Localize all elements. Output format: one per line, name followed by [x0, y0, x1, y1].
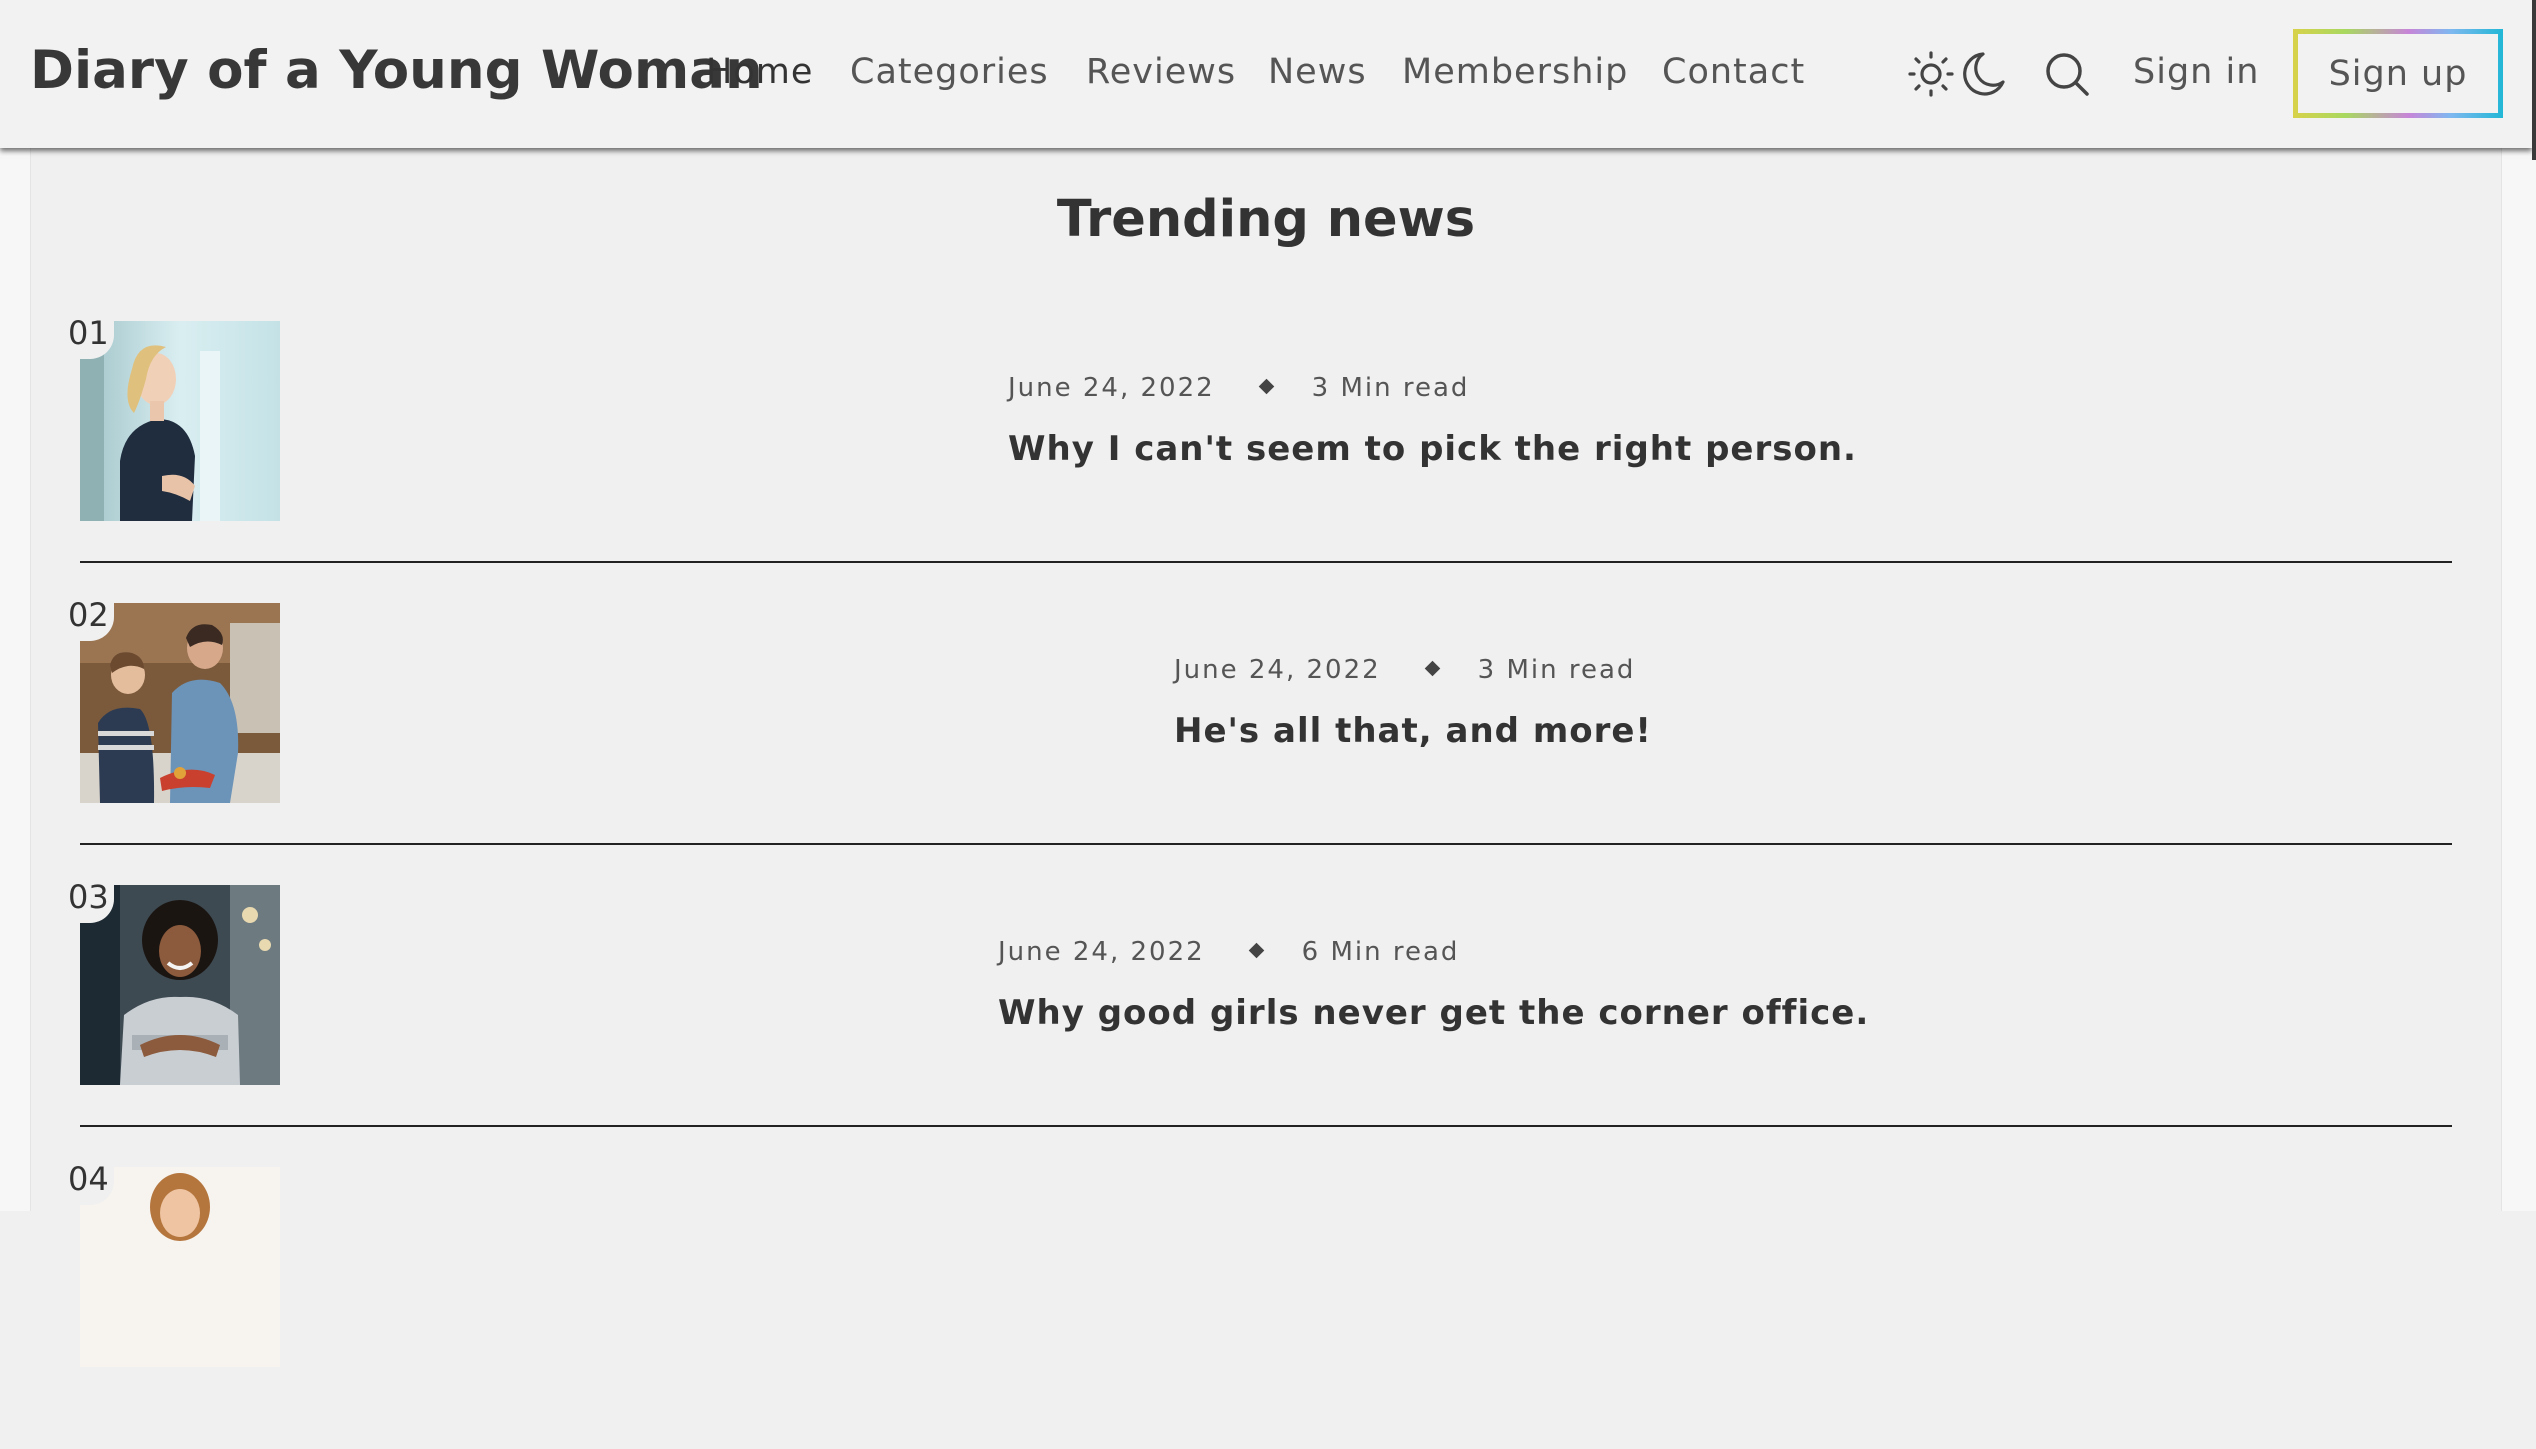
- diamond-separator-icon: [1258, 378, 1274, 395]
- signup-button[interactable]: Sign up: [2293, 29, 2503, 118]
- sun-icon: [1908, 51, 2005, 97]
- search-icon[interactable]: [2043, 50, 2091, 98]
- item-read-time: 6 Min read: [1301, 937, 1460, 967]
- news-thumbnail[interactable]: [80, 885, 280, 1085]
- item-meta: June 24, 2022 6 Min read: [998, 937, 1459, 967]
- item-title[interactable]: He's all that, and more!: [1174, 711, 1652, 751]
- nav-news[interactable]: News: [1268, 52, 1367, 92]
- section-title: Trending news: [1056, 190, 1476, 249]
- moon-icon: [1963, 52, 2005, 96]
- news-thumbnail[interactable]: [80, 1167, 280, 1367]
- nav-reviews[interactable]: Reviews: [1086, 52, 1236, 92]
- nav-home[interactable]: Home: [706, 52, 813, 92]
- item-title[interactable]: Why I can't seem to pick the right perso…: [1008, 429, 1857, 469]
- item-read-time: 3 Min read: [1311, 373, 1470, 403]
- item-meta: June 24, 2022 3 Min read: [1174, 655, 1635, 685]
- theme-toggle[interactable]: [1905, 48, 2005, 100]
- nav-contact[interactable]: Contact: [1662, 52, 1805, 92]
- nav-membership[interactable]: Membership: [1402, 52, 1628, 92]
- item-number: 03: [66, 875, 114, 923]
- divider: [80, 843, 2452, 845]
- item-date: June 24, 2022: [1174, 655, 1381, 685]
- site-header: Diary of a Young Woman Home Categories R…: [0, 0, 2532, 148]
- item-date: June 24, 2022: [998, 937, 1205, 967]
- divider: [80, 561, 2452, 563]
- page-gutter-left: [0, 148, 30, 1211]
- news-item[interactable]: 04: [66, 1157, 2452, 1449]
- item-number: 01: [66, 311, 114, 359]
- site-logo[interactable]: Diary of a Young Woman: [30, 40, 763, 101]
- item-number: 02: [66, 593, 114, 641]
- news-thumbnail[interactable]: [80, 321, 280, 521]
- diamond-separator-icon: [1248, 942, 1264, 959]
- signin-link[interactable]: Sign in: [2133, 52, 2259, 92]
- item-date: June 24, 2022: [1008, 373, 1215, 403]
- nav-categories[interactable]: Categories: [850, 52, 1049, 92]
- diamond-separator-icon: [1424, 660, 1440, 677]
- item-meta: June 24, 2022 3 Min read: [1008, 373, 1469, 403]
- scrollbar[interactable]: [2532, 0, 2536, 160]
- news-thumbnail[interactable]: [80, 603, 280, 803]
- signup-label: Sign up: [2298, 34, 2498, 113]
- item-number: 04: [66, 1157, 114, 1205]
- page-gutter-right: [2502, 148, 2536, 1211]
- divider: [80, 1125, 2452, 1127]
- item-read-time: 3 Min read: [1477, 655, 1636, 685]
- item-title[interactable]: Why good girls never get the corner offi…: [998, 993, 1869, 1033]
